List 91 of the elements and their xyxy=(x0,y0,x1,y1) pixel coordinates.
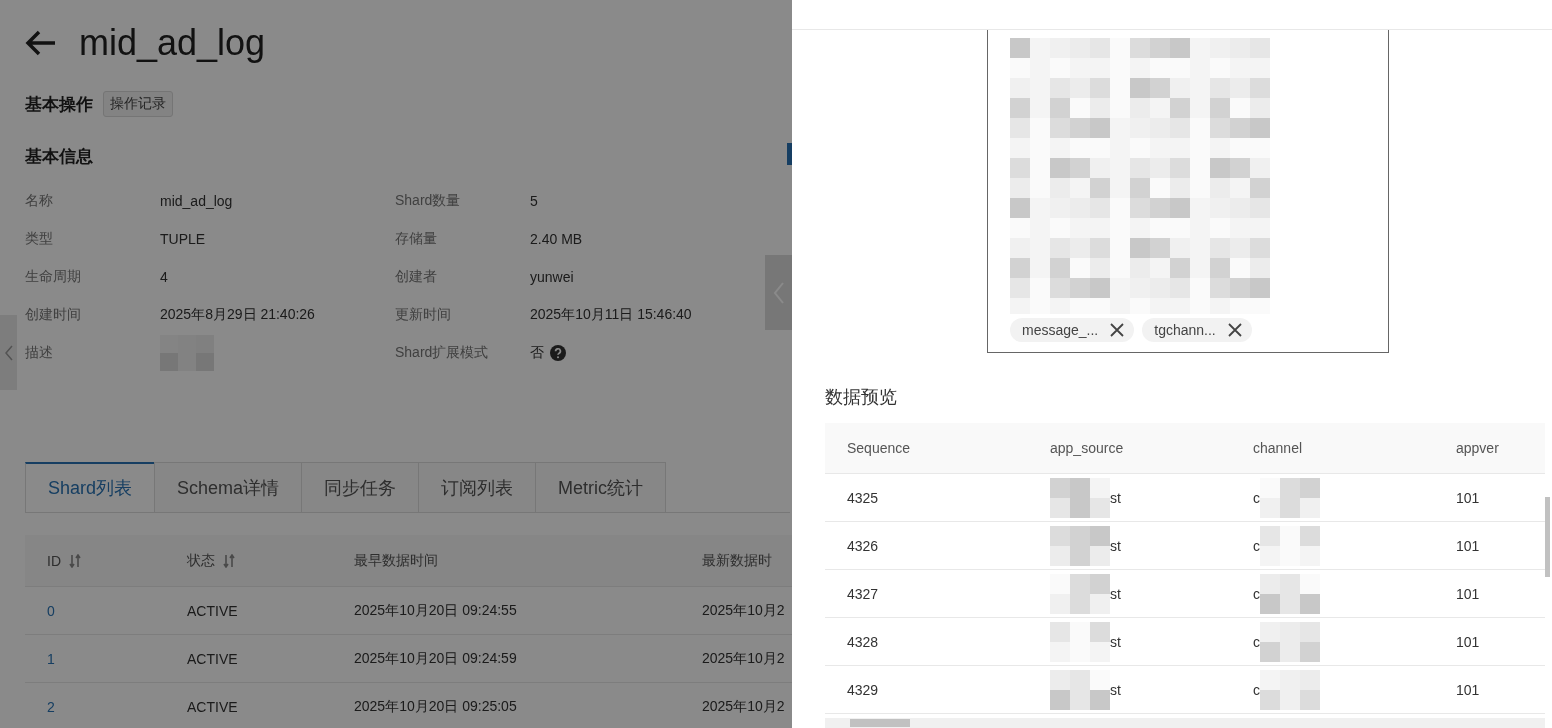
redaction-mosaic xyxy=(1260,525,1320,566)
column-header: 最早数据时间 xyxy=(354,551,438,570)
section-heading: 数据预览 xyxy=(825,386,898,409)
shard-id-link[interactable]: 0 xyxy=(47,602,187,619)
table-cell-text: 4329 xyxy=(846,681,880,698)
field-value: 2.40 MB xyxy=(530,231,583,247)
redaction-mosaic xyxy=(1050,573,1110,614)
table-cell: c xyxy=(1253,585,1260,602)
table-cell-text: ACTIVE xyxy=(187,602,239,619)
collapse-handle[interactable] xyxy=(0,315,17,390)
section-heading: 基本信息 xyxy=(25,146,93,168)
table-cell-text: 101 xyxy=(1455,585,1481,602)
column-header: appver xyxy=(1455,440,1500,456)
tag-label: tgchann... xyxy=(1154,322,1216,338)
field-label: 类型 xyxy=(25,230,53,248)
redaction-mosaic xyxy=(1050,525,1110,566)
redaction-mosaic xyxy=(1260,621,1320,662)
redaction-mosaic xyxy=(1260,477,1320,518)
redaction-mosaic xyxy=(1050,477,1110,518)
operation-log-button[interactable]: 操作记录 xyxy=(103,91,173,117)
redaction-mosaic xyxy=(1260,669,1320,710)
field-value: 否 xyxy=(530,344,544,362)
shard-id-link[interactable]: 1 xyxy=(47,650,187,667)
field-label: 描述 xyxy=(25,344,53,362)
field-label: 生命周期 xyxy=(25,268,81,286)
column-header: channel xyxy=(1252,440,1304,456)
table-cell-text: 4325 xyxy=(846,489,880,506)
back-arrow-icon[interactable] xyxy=(25,30,57,56)
table-cell: c xyxy=(1253,489,1260,506)
close-icon[interactable] xyxy=(1110,323,1125,337)
field-label: 名称 xyxy=(25,192,53,210)
table-cell: st xyxy=(1110,537,1121,554)
table-cell-text: 2025年10月2 xyxy=(702,697,786,716)
sort-icon[interactable] xyxy=(69,553,81,568)
table-cell-text: 101 xyxy=(1455,633,1481,650)
table-cell-text: 101 xyxy=(1455,489,1481,506)
table-cell-text: ACTIVE xyxy=(187,650,239,667)
tab[interactable]: Metric统计 xyxy=(535,462,667,512)
column-header: ID xyxy=(47,552,61,569)
field-value: 2025年10月11日 15:46:40 xyxy=(530,306,692,324)
tab[interactable]: Shard列表 xyxy=(25,462,156,512)
panel-edge-marker xyxy=(787,143,792,165)
table-cell: st xyxy=(1110,585,1121,602)
field-value: mid_ad_log xyxy=(160,193,233,209)
field-label: 创建者 xyxy=(395,268,437,286)
table-cell-text: 4327 xyxy=(846,585,880,602)
close-icon[interactable] xyxy=(1227,323,1242,337)
scrollbar[interactable] xyxy=(825,718,1545,728)
table-cell-text: 4326 xyxy=(846,537,880,554)
table-cell-text: ACTIVE xyxy=(187,698,239,715)
chevron-left-icon xyxy=(4,344,13,361)
field-label: 更新时间 xyxy=(395,306,451,324)
table-cell: c xyxy=(1253,537,1260,554)
help-icon[interactable] xyxy=(550,345,566,361)
field-label: Shard扩展模式 xyxy=(395,344,489,362)
column-header: Sequence xyxy=(846,440,912,456)
shard-id-link[interactable]: 2 xyxy=(47,698,187,715)
table-cell: c xyxy=(1253,681,1260,698)
field-value: yunwei xyxy=(530,269,574,285)
table-cell-text: 2025年10月20日 09:24:55 xyxy=(354,601,518,620)
table-cell: st xyxy=(1110,489,1121,506)
table-cell: st xyxy=(1110,633,1121,650)
table-cell-text: 101 xyxy=(1455,681,1481,698)
table-cell-text: 2025年10月2 xyxy=(702,649,786,668)
tag-select-field[interactable]: message_... tgchann... xyxy=(987,30,1389,353)
table-cell: c xyxy=(1253,633,1260,650)
column-header: 最新数据时 xyxy=(702,551,772,570)
table-cell-text: 4328 xyxy=(846,633,880,650)
table-cell: st xyxy=(1110,681,1121,698)
field-value: 2025年8月29日 21:40:26 xyxy=(160,306,315,324)
redaction-mosaic xyxy=(1050,669,1110,710)
field-value: 5 xyxy=(530,193,538,209)
sort-icon[interactable] xyxy=(223,553,235,568)
section-heading: 基本操作 xyxy=(25,93,93,116)
column-header: app_source xyxy=(1049,440,1125,456)
table-cell-text: 2025年10月20日 09:25:05 xyxy=(354,697,518,716)
field-value: TUPLE xyxy=(160,231,206,247)
field-label: Shard数量 xyxy=(395,192,461,210)
table-cell-text: 2025年10月20日 09:24:59 xyxy=(354,649,518,668)
redaction-mosaic xyxy=(1050,621,1110,662)
field-label: 存储量 xyxy=(395,230,437,248)
column-header: 状态 xyxy=(187,551,215,570)
tag-label: message_... xyxy=(1022,322,1099,338)
redaction-mosaic xyxy=(1260,573,1320,614)
table-cell-text: 2025年10月2 xyxy=(702,601,786,620)
page-title: mid_ad_log xyxy=(79,22,266,64)
field-label: 创建时间 xyxy=(25,306,81,324)
field-value: 4 xyxy=(160,269,168,285)
collapse-handle[interactable] xyxy=(765,255,792,330)
scrollbar[interactable] xyxy=(1545,497,1550,577)
table-cell-text: 101 xyxy=(1455,537,1481,554)
